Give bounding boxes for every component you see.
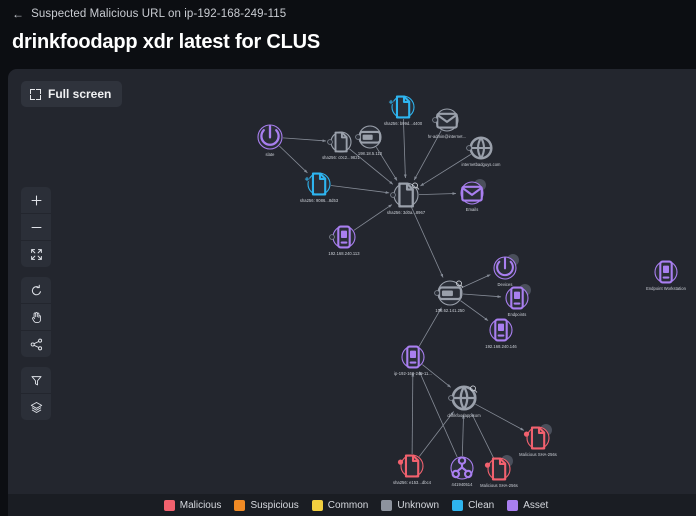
reset-button[interactable] bbox=[21, 277, 51, 304]
arrow-left-icon[interactable]: ← bbox=[12, 8, 24, 20]
hand-icon bbox=[31, 311, 41, 323]
legend-swatch bbox=[311, 499, 323, 511]
graph-node-label: sha256: b99d...4400 bbox=[383, 121, 423, 126]
breadcrumb-label[interactable]: Suspected Malicious URL on ip-192-168-24… bbox=[31, 8, 286, 20]
graph-node-label: sha256: e153...dbc4 bbox=[392, 480, 432, 485]
graph-edge bbox=[461, 414, 465, 457]
graph-node-label: Endpoint Workstation bbox=[646, 286, 686, 291]
legend-swatch bbox=[163, 499, 175, 511]
graph-node-f_c0c2[interactable] bbox=[327, 131, 352, 153]
graph-node-mal_sha_r[interactable] bbox=[523, 424, 552, 450]
minus-icon bbox=[31, 226, 41, 228]
legend-swatch bbox=[234, 499, 246, 511]
plus-icon bbox=[31, 195, 41, 205]
legend-item-clean[interactable]: Clean bbox=[452, 499, 495, 511]
graph-node-label: hr-admin@internet... bbox=[427, 134, 467, 139]
graph-legend: Malicious Suspicious Common Unknown Clean Ass… bbox=[8, 494, 696, 516]
fullscreen-icon bbox=[30, 88, 41, 100]
legend-label: Asset bbox=[523, 499, 549, 511]
breadcrumb[interactable]: ← Suspected Malicious URL on ip-192-168-… bbox=[12, 8, 684, 20]
graph-node-endpoints[interactable] bbox=[505, 284, 531, 310]
legend-item-unknown[interactable]: Unknown bbox=[381, 499, 440, 511]
layers-icon bbox=[30, 401, 42, 413]
full-screen-button[interactable]: Full screen bbox=[21, 81, 123, 107]
graph-edge bbox=[282, 137, 327, 143]
graph-edge bbox=[462, 293, 502, 298]
graph-node-label: Malicious SHA-256s bbox=[519, 452, 557, 457]
graph-node-label: drinkfoodapp.com bbox=[447, 413, 481, 418]
graph-node-ip198[interactable] bbox=[355, 125, 382, 149]
graph-node-proc441[interactable] bbox=[450, 456, 474, 480]
undo-arrow-icon bbox=[31, 284, 41, 295]
graph-node-drinkfood[interactable] bbox=[448, 385, 478, 411]
graph-node-label: 441940514 bbox=[451, 482, 473, 487]
legend-item-suspicious[interactable]: Suspicious bbox=[234, 499, 299, 511]
graph-node-label: sha256: 9086...8d53 bbox=[299, 198, 339, 203]
collapse-arrows-icon bbox=[30, 248, 42, 260]
legend-label: Unknown bbox=[397, 499, 440, 511]
legend-label: Suspicious bbox=[250, 499, 299, 511]
graph-node-mail_hr[interactable] bbox=[432, 108, 459, 132]
funnel-icon bbox=[30, 375, 42, 385]
graph-node-label: ip-192-168-249-11... bbox=[394, 371, 432, 376]
graph-node-mal_sha_m[interactable] bbox=[484, 455, 513, 481]
page-header: ← Suspected Malicious URL on ip-192-168-… bbox=[0, 0, 696, 54]
graph-node-f_b99d[interactable] bbox=[388, 95, 415, 119]
toolbar-group-view bbox=[21, 367, 51, 420]
graph-node-f_e153[interactable] bbox=[397, 454, 424, 478]
layers-button[interactable] bbox=[21, 394, 51, 420]
graph-edge bbox=[403, 118, 407, 179]
graph-node-label: slate bbox=[265, 152, 275, 157]
graph-node-ip249[interactable] bbox=[401, 345, 425, 369]
zoom-in-button[interactable] bbox=[21, 187, 51, 214]
full-screen-label: Full screen bbox=[48, 87, 112, 101]
graph-canvas-panel[interactable]: slate sha256: c0c2...9821 sha256: 9086...8… bbox=[8, 69, 696, 516]
filter-button[interactable] bbox=[21, 367, 51, 394]
graph-node-slate[interactable] bbox=[257, 124, 283, 150]
graph-node-label: 192.168.240.146 bbox=[485, 344, 517, 349]
legend-item-common[interactable]: Common bbox=[311, 499, 369, 511]
share-nodes-icon bbox=[30, 338, 42, 350]
legend-item-malicious[interactable]: Malicious bbox=[163, 499, 222, 511]
graph-node-label: Emails bbox=[465, 207, 479, 212]
graph-node-endpoint_ws[interactable] bbox=[654, 260, 678, 284]
fit-to-screen-button[interactable] bbox=[21, 241, 51, 267]
graph-edge bbox=[410, 206, 444, 278]
graph-edge bbox=[418, 192, 457, 196]
pan-tool-button[interactable] bbox=[21, 304, 51, 331]
legend-label: Common bbox=[327, 499, 369, 511]
graph-node-internetbg[interactable] bbox=[466, 136, 493, 160]
graph-node-f_3d0a[interactable] bbox=[390, 182, 420, 208]
legend-item-asset[interactable]: Asset bbox=[507, 499, 549, 511]
toolbar-group-tools bbox=[21, 277, 51, 357]
graph-edge bbox=[411, 372, 415, 455]
graph-node-label: 192.168.240.113 bbox=[328, 251, 360, 256]
zoom-out-button[interactable] bbox=[21, 214, 51, 241]
expand-nodes-button[interactable] bbox=[21, 331, 51, 357]
graph-edge bbox=[475, 403, 525, 431]
graph-node-label: Malicious SHA-256s bbox=[480, 483, 518, 488]
graph-node-label: sha256: 3d0a...8967 bbox=[386, 210, 426, 215]
graph-node-emails[interactable] bbox=[460, 179, 486, 205]
legend-label: Malicious bbox=[179, 499, 222, 511]
graph-edge bbox=[330, 185, 390, 194]
graph-node-label: 108.62.141.250 bbox=[435, 308, 465, 313]
toolbar-group-zoom bbox=[21, 187, 51, 267]
graph-node-label: 198.18.5.110 bbox=[357, 151, 383, 156]
graph-node-f_9086[interactable] bbox=[304, 172, 331, 196]
relationship-graph[interactable]: slate sha256: c0c2...9821 sha256: 9086...8… bbox=[8, 69, 696, 516]
legend-swatch bbox=[381, 499, 393, 511]
legend-swatch bbox=[452, 499, 464, 511]
graph-node-label: sha256: c0c2...9821 bbox=[322, 155, 360, 160]
legend-swatch bbox=[507, 499, 519, 511]
page-title: drinkfoodapp xdr latest for CLUS bbox=[12, 31, 321, 53]
graph-node-ep192113[interactable] bbox=[329, 225, 356, 249]
legend-label: Clean bbox=[468, 499, 495, 511]
graph-node-label: internetbadguys.com bbox=[461, 162, 501, 167]
graph-node-ep192146[interactable] bbox=[489, 318, 513, 342]
graph-node-ip108[interactable] bbox=[434, 280, 464, 306]
graph-node-devices[interactable] bbox=[493, 254, 519, 280]
graph-toolbar[interactable] bbox=[21, 187, 51, 430]
